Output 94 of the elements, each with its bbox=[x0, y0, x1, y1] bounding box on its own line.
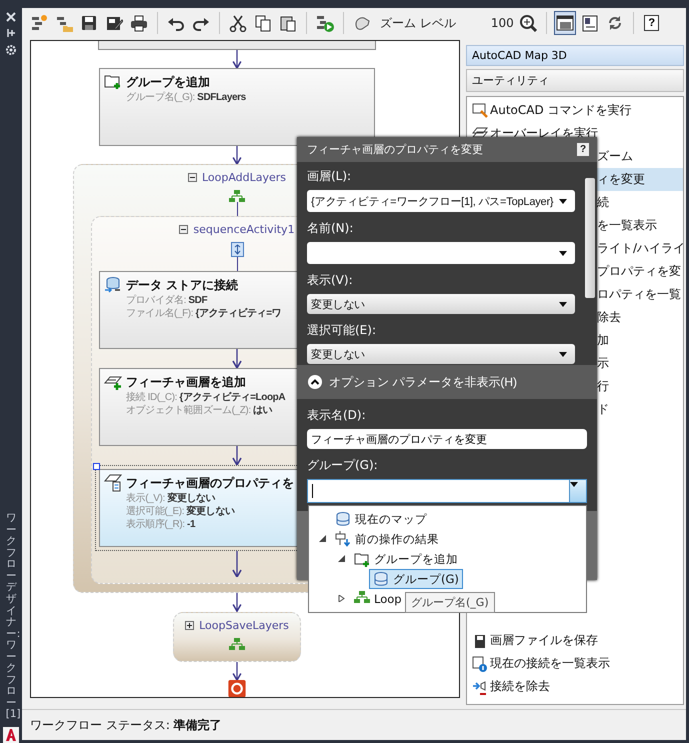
window-icon bbox=[556, 14, 574, 32]
selection-handle[interactable] bbox=[93, 463, 100, 470]
save-icon bbox=[80, 14, 98, 32]
expand-toggle[interactable] bbox=[317, 534, 327, 544]
tree-item[interactable]: グループを追加 bbox=[350, 549, 462, 569]
database-icon bbox=[373, 571, 389, 587]
activity-property: 表示順序(_R): -1 bbox=[126, 518, 196, 532]
caret-icon bbox=[559, 352, 567, 356]
database-icon bbox=[335, 511, 351, 527]
chevron-icon bbox=[307, 374, 323, 390]
activity-card[interactable] bbox=[98, 41, 376, 50]
flow-arrow bbox=[232, 662, 242, 680]
field-label: 画層(L): bbox=[307, 168, 352, 185]
pin-icon[interactable] bbox=[6, 28, 16, 38]
activity-title: データ ストアに接続 bbox=[126, 276, 238, 294]
hierarchy-icon bbox=[229, 638, 245, 650]
help-button[interactable]: ? bbox=[640, 11, 663, 35]
field-label: 名前(N): bbox=[307, 220, 354, 237]
dropdown[interactable]: 変更しない bbox=[307, 294, 575, 314]
tree-item[interactable]: グループ(G) bbox=[369, 569, 463, 589]
copy-icon bbox=[254, 14, 272, 32]
activity-property: グループ名(_G): SDFLayers bbox=[126, 91, 246, 104]
sequence-icon bbox=[230, 242, 244, 258]
status-text: ワークフロー ステータス: 準備完了 bbox=[30, 716, 222, 734]
close-icon[interactable] bbox=[6, 12, 16, 22]
zoom-level-label: ズーム レベル bbox=[380, 14, 456, 32]
settings-icon[interactable] bbox=[5, 44, 17, 56]
panel-icon bbox=[580, 14, 599, 32]
zoom-value: 100 bbox=[490, 16, 514, 30]
activity-name: LoopSaveLayers bbox=[199, 618, 289, 632]
field-label: 表示(V): bbox=[307, 272, 354, 289]
text-field[interactable]: フィーチャ画層のプロパティを変更 bbox=[307, 429, 587, 449]
caret-icon bbox=[559, 198, 567, 204]
activity-property: 表示(_V): 変更しない bbox=[126, 492, 216, 505]
scissors-icon bbox=[229, 14, 247, 32]
activity-title: フィーチャ画層を追加 bbox=[126, 374, 246, 391]
flow-arrow bbox=[232, 50, 242, 68]
folder-plus-icon bbox=[104, 73, 122, 92]
field-label: 選択可能(E): bbox=[307, 322, 377, 339]
flow-arrow bbox=[232, 146, 242, 164]
palette-title[interactable]: AutoCAD Map 3D bbox=[466, 45, 684, 66]
combo-box[interactable] bbox=[307, 479, 587, 503]
palette-section[interactable]: ユーティリティ bbox=[466, 69, 684, 92]
activity-property: ファイル名(_F): {アクティビティ=ワ bbox=[126, 307, 282, 320]
field-label: 表示名(D): bbox=[307, 407, 367, 424]
save-icon bbox=[472, 632, 488, 648]
tooltip: グループ名(_G) bbox=[405, 592, 495, 613]
options-toggle[interactable]: オプション パラメータを非表示(H) bbox=[297, 365, 597, 399]
utility-item[interactable]: 現在の接続を一覧表示 bbox=[467, 652, 683, 675]
layer-properties-icon bbox=[104, 474, 122, 492]
help-button[interactable]: ? bbox=[577, 143, 589, 156]
dropdown[interactable]: 変更しない bbox=[307, 344, 575, 364]
collapse-toggle[interactable] bbox=[185, 620, 194, 630]
caret-icon bbox=[559, 302, 567, 306]
print-icon bbox=[130, 14, 148, 32]
scrollbar[interactable] bbox=[583, 162, 597, 365]
activity-name: sequenceActivity1 bbox=[193, 223, 295, 236]
paste-icon bbox=[279, 14, 297, 32]
database-icon bbox=[104, 276, 122, 294]
activity-title: グループを追加 bbox=[126, 74, 210, 91]
disconnect-icon bbox=[472, 678, 488, 694]
utility-item[interactable]: AutoCAD コマンドを実行 bbox=[467, 99, 683, 122]
info-icon bbox=[472, 656, 488, 672]
caret-icon bbox=[559, 250, 567, 256]
combo-box[interactable]: {アクティビティ=ワークフロー[1], パス=TopLayer} bbox=[307, 190, 575, 212]
run-workflow-icon bbox=[316, 14, 334, 32]
expand-toggle[interactable] bbox=[336, 594, 346, 604]
utility-item[interactable]: 画層ファイルを保存 bbox=[467, 629, 683, 652]
activity-property: プロバイダ名: SDF bbox=[126, 294, 208, 308]
command-icon bbox=[472, 102, 488, 118]
activity-name: LoopAddLayers bbox=[202, 171, 286, 184]
activity-property: 接続 ID(_C): {アクティビティ=LoopA bbox=[126, 391, 286, 404]
flow-arrow bbox=[232, 349, 242, 368]
hierarchy-icon bbox=[229, 190, 245, 202]
utility-item[interactable]: 接続を除去 bbox=[467, 675, 683, 698]
flowchart-folder-icon bbox=[55, 14, 73, 32]
flow-arrow bbox=[232, 551, 242, 578]
activity-title: フィーチャ画層のプロパティを bbox=[126, 474, 294, 492]
collapse-toggle[interactable] bbox=[188, 173, 197, 182]
flow-arrow bbox=[232, 593, 242, 612]
expand-toggle[interactable] bbox=[336, 554, 346, 564]
flow-down-icon bbox=[335, 531, 351, 547]
app-logo-icon[interactable] bbox=[3, 727, 19, 743]
plus-icon bbox=[186, 622, 194, 629]
toolbar-button[interactable] bbox=[554, 11, 576, 35]
folder-plus-icon bbox=[354, 551, 370, 567]
tree-item[interactable]: Loop bbox=[350, 589, 406, 609]
flowchart-icon bbox=[30, 14, 48, 32]
activity-property: オブジェクト範囲ズーム(_Z): はい bbox=[126, 404, 272, 418]
flow-arrow bbox=[232, 446, 242, 466]
save-edit-icon bbox=[105, 14, 123, 32]
collapse-toggle[interactable] bbox=[179, 225, 188, 234]
zoom-icon bbox=[518, 14, 537, 32]
activity-property: 選択可能(_E): 変更しない bbox=[126, 505, 234, 518]
